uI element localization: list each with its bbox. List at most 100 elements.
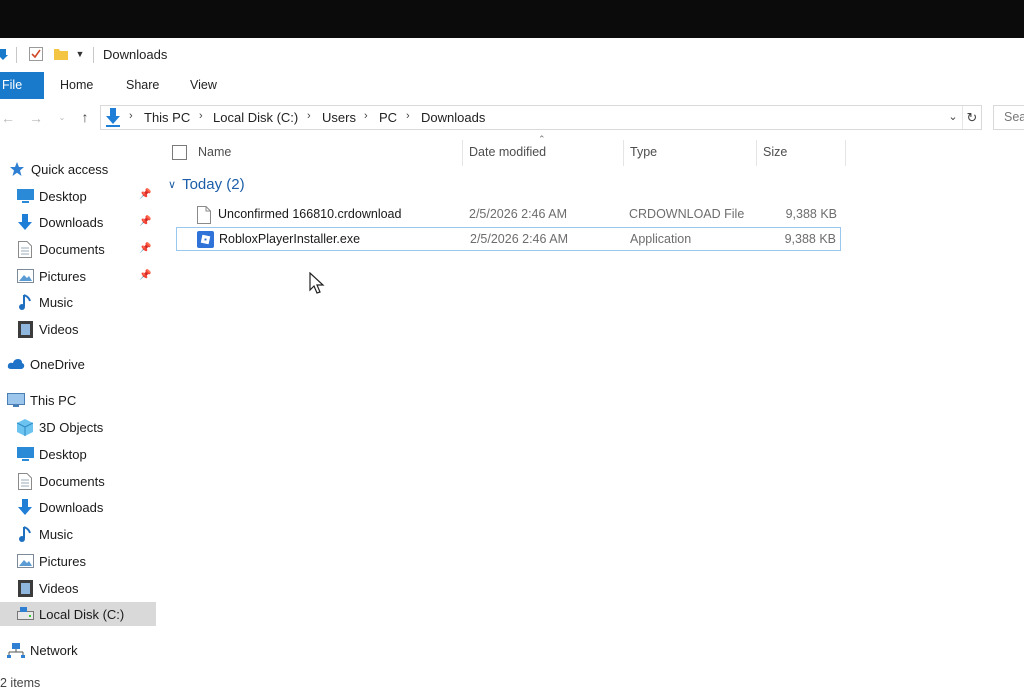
collapse-chevron-icon[interactable]: ∨ [168, 178, 176, 191]
computer-icon [7, 391, 25, 409]
sidebar-item-label: Downloads [39, 214, 104, 230]
breadcrumb-this-pc[interactable]: This PC [144, 110, 190, 125]
file-type: Application [630, 232, 692, 246]
documents-icon [16, 472, 34, 490]
column-divider[interactable] [756, 140, 757, 166]
music-icon [16, 293, 34, 311]
sidebar-item-label: Documents [39, 473, 105, 489]
pictures-icon [16, 267, 34, 285]
refresh-icon[interactable]: ↻ [962, 106, 981, 129]
sidebar-item-3d-objects[interactable]: 3D Objects [16, 415, 174, 439]
sidebar-item-label: Music [39, 526, 73, 542]
file-date-modified: 2/5/2026 2:46 AM [470, 232, 568, 246]
sidebar-item-label: Documents [39, 241, 105, 257]
column-header-date-modified[interactable]: Date modified [469, 145, 546, 159]
select-all-checkbox[interactable] [172, 145, 187, 160]
tab-share[interactable]: Share [126, 72, 159, 99]
tab-view[interactable]: View [190, 72, 217, 99]
downloads-icon [16, 498, 34, 516]
breadcrumb-users[interactable]: Users [322, 110, 356, 125]
column-divider[interactable] [623, 140, 624, 166]
breadcrumb-pc[interactable]: PC [379, 110, 397, 125]
3d-objects-icon [16, 418, 34, 436]
sidebar-item-videos-pc[interactable]: Videos [16, 576, 174, 600]
customize-toolbar-dropdown-icon[interactable]: ▼ [74, 44, 86, 64]
sidebar-item-downloads-pc[interactable]: Downloads [16, 495, 174, 519]
quick-access-down-arrow-icon[interactable] [0, 44, 8, 64]
desktop-icon [16, 187, 34, 205]
column-divider[interactable] [845, 140, 846, 166]
back-arrow-icon[interactable]: ← [0, 110, 16, 126]
file-name: Unconfirmed 166810.crdownload [218, 207, 402, 221]
sidebar-item-desktop-pc[interactable]: Desktop [16, 442, 174, 466]
column-header-name[interactable]: Name [198, 145, 231, 159]
sidebar-item-pictures-pc[interactable]: Pictures [16, 549, 174, 573]
sidebar-item-network[interactable]: Network [7, 638, 165, 662]
tab-home[interactable]: Home [60, 72, 93, 99]
file-row-roblox-installer[interactable]: RobloxPlayerInstaller.exe 2/5/2026 2:46 … [176, 227, 841, 251]
up-arrow-icon[interactable]: ↑ [77, 109, 93, 125]
sidebar-item-quick-access[interactable]: Quick access [8, 157, 166, 181]
breadcrumb-downloads[interactable]: Downloads [421, 110, 485, 125]
tab-file[interactable]: File [0, 72, 44, 99]
sidebar-item-label: Local Disk (C:) [39, 606, 125, 622]
search-input[interactable]: Search Downloads [993, 105, 1024, 130]
breadcrumb-chevron-icon[interactable]: › [129, 110, 133, 122]
file-type: CRDOWNLOAD File [629, 207, 745, 221]
screen-top-bar [0, 0, 1024, 38]
sidebar-item-label: Videos [39, 580, 79, 596]
column-divider[interactable] [462, 140, 463, 166]
sidebar-item-label: OneDrive [30, 356, 85, 372]
sidebar-item-music-pc[interactable]: Music [16, 522, 174, 546]
pin-icon[interactable]: 📌 [139, 270, 151, 281]
sidebar-item-label: Desktop [39, 446, 87, 462]
breadcrumb-local-disk[interactable]: Local Disk (C:) [213, 110, 298, 125]
documents-icon [16, 240, 34, 258]
file-size: 9,388 KB [785, 207, 837, 221]
breadcrumb-chevron-icon[interactable]: › [406, 110, 410, 122]
pin-icon[interactable]: 📌 [139, 243, 151, 254]
sidebar-item-label: Music [39, 294, 73, 310]
sidebar-item-onedrive[interactable]: OneDrive [7, 352, 165, 376]
sidebar-item-label: This PC [30, 392, 77, 408]
sidebar-item-this-pc[interactable]: This PC [7, 388, 165, 412]
window-title: Downloads [103, 47, 168, 62]
ribbon-tabs: File Home Share View [0, 72, 1024, 99]
sidebar-item-label: 3D Objects [39, 419, 104, 435]
breadcrumb-chevron-icon[interactable]: › [199, 110, 203, 122]
column-header-size[interactable]: Size [763, 145, 787, 159]
sidebar-item-label: Quick access [31, 161, 109, 177]
sidebar-item-label: Pictures [39, 553, 86, 569]
breadcrumb-chevron-icon[interactable]: › [364, 110, 368, 122]
new-folder-icon[interactable] [52, 44, 70, 64]
mouse-pointer-icon [309, 271, 325, 296]
forward-arrow-icon[interactable]: → [28, 110, 44, 126]
file-name: RobloxPlayerInstaller.exe [219, 232, 361, 246]
sidebar-item-label: Desktop [39, 188, 87, 204]
music-icon [16, 525, 34, 543]
group-header-today[interactable]: ∨ Today (2) [168, 176, 245, 193]
pin-icon[interactable]: 📌 [139, 216, 151, 227]
address-history-chevron-icon[interactable]: ⌄ [945, 108, 961, 126]
breadcrumb-chevron-icon[interactable]: › [307, 110, 311, 122]
videos-icon [16, 579, 34, 597]
recent-locations-chevron-icon[interactable]: ⌄ [54, 110, 70, 126]
desktop-icon [16, 445, 34, 463]
status-item-count: 2 items [0, 676, 41, 690]
column-header-type[interactable]: Type [630, 145, 657, 159]
sidebar-item-local-disk[interactable]: Local Disk (C:) [0, 602, 156, 626]
drive-icon [16, 605, 34, 623]
sidebar-item-music[interactable]: Music [16, 290, 174, 314]
properties-checkmark-icon[interactable] [27, 44, 45, 64]
sort-caret-icon: ⌃ [538, 134, 546, 144]
title-separator [93, 47, 94, 63]
sidebar-item-videos[interactable]: Videos [16, 317, 174, 341]
network-icon [7, 641, 25, 659]
file-row-crdownload[interactable]: Unconfirmed 166810.crdownload 2/5/2026 2… [176, 203, 841, 227]
roblox-app-icon [197, 231, 214, 249]
downloads-icon [16, 213, 34, 231]
sidebar-item-label: Pictures [39, 268, 86, 284]
sidebar-item-documents-pc[interactable]: Documents [16, 469, 174, 493]
cloud-icon [7, 355, 25, 373]
pin-icon[interactable]: 📌 [139, 189, 151, 200]
